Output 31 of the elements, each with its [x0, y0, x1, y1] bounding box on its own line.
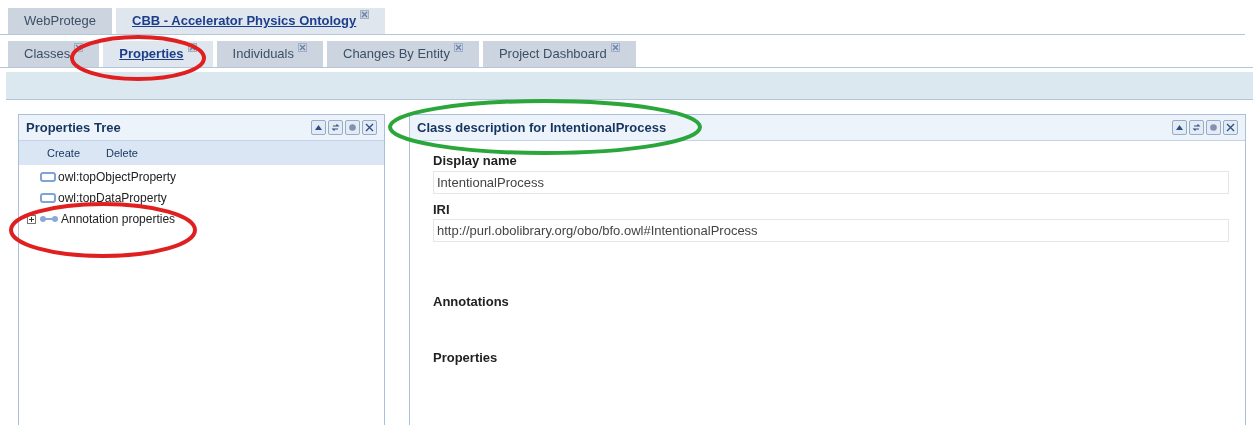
- close-icon[interactable]: [362, 120, 377, 135]
- field-label: IRI: [433, 200, 450, 219]
- tab[interactable]: Changes By Entity: [327, 41, 479, 67]
- section-heading: Annotations: [433, 293, 510, 311]
- tree-item[interactable]: owl:topDataProperty: [58, 189, 167, 207]
- text-field[interactable]: IntentionalProcess: [433, 170, 1229, 194]
- tree-item[interactable]: owl:topObjectProperty: [58, 168, 177, 186]
- tab[interactable]: WebProtege: [8, 8, 113, 34]
- panel-title: Class description for IntentionalProcess: [417, 118, 667, 137]
- annotation-property-icon: [40, 215, 58, 223]
- text-field[interactable]: http://purl.obolibrary.org/obo/bfo.owl#IntentionalProcess: [433, 219, 1229, 242]
- close-icon[interactable]: [74, 43, 84, 52]
- toolbar-button[interactable]: Create: [47, 144, 81, 162]
- tab[interactable]: CBB - Accelerator Physics Ontology: [116, 8, 386, 34]
- panel-title: Properties Tree: [26, 118, 121, 137]
- property-icon: [40, 193, 56, 203]
- tab[interactable]: Individuals: [216, 41, 323, 67]
- close-icon[interactable]: [360, 10, 370, 19]
- close-icon[interactable]: [187, 43, 197, 52]
- section-heading: Properties: [433, 348, 499, 367]
- collapse-icon[interactable]: [1172, 120, 1187, 135]
- tab[interactable]: Properties: [103, 41, 213, 67]
- expand-icon[interactable]: [27, 214, 36, 224]
- field-label: Display name: [433, 152, 517, 170]
- toolbar-button[interactable]: Delete: [106, 144, 138, 162]
- tab[interactable]: Classes: [8, 41, 100, 67]
- tab[interactable]: Project Dashboard: [482, 41, 636, 67]
- property-icon: [40, 172, 56, 182]
- tree-item[interactable]: Annotation properties: [61, 210, 176, 228]
- close-icon[interactable]: [1223, 120, 1238, 135]
- collapse-icon[interactable]: [311, 120, 326, 135]
